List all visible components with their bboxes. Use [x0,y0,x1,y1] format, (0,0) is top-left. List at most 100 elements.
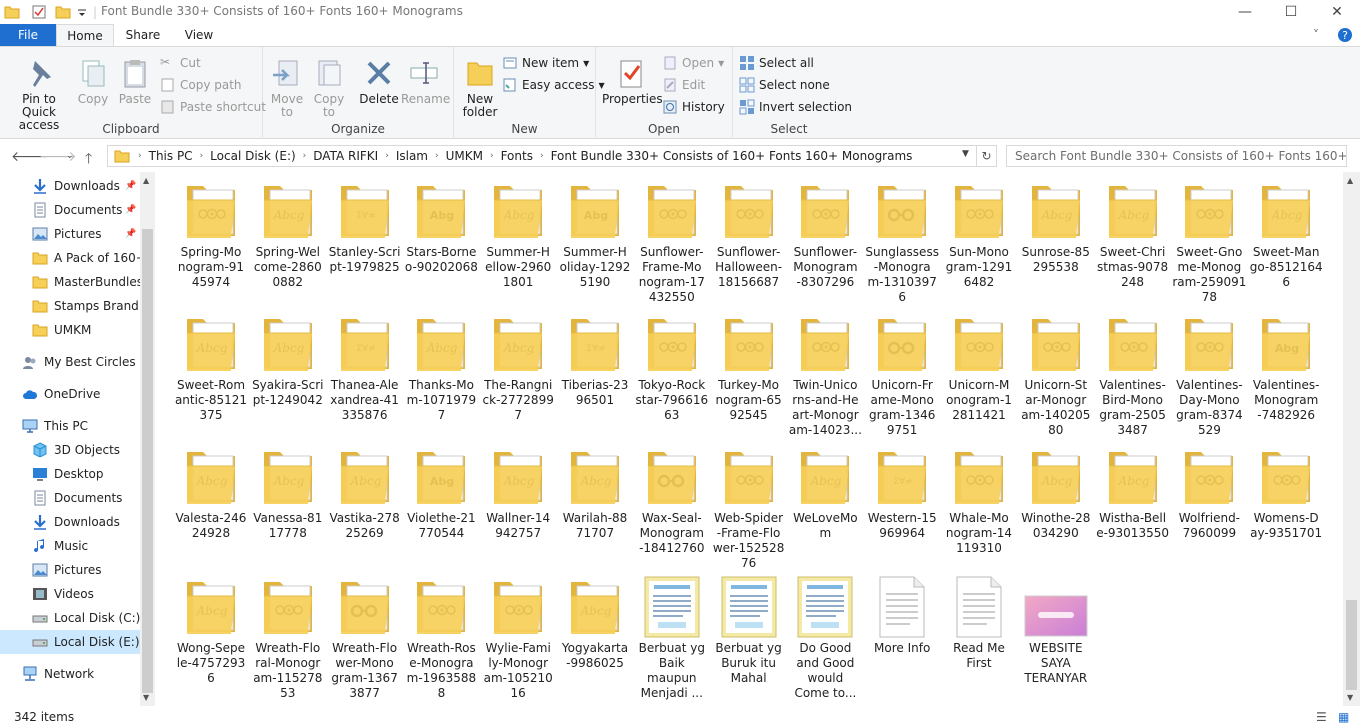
breadcrumb-separator[interactable]: › [540,151,544,161]
tab-view[interactable]: View [176,24,222,46]
select-none-button[interactable]: Select none [739,77,830,93]
tab-share[interactable]: Share [120,24,166,46]
copy-path-button[interactable]: Copy path [160,77,242,93]
sidebar-item[interactable]: This PC [0,414,140,438]
folder-item[interactable]: Sweet-Gno me-Monog ram-259091 78 [1171,180,1247,305]
search-input[interactable]: Search Font Bundle 330+ Consists of 160+… [1006,145,1347,167]
folder-item[interactable]: Abcg Wallner-14942757 [480,446,556,541]
breadcrumb-item[interactable]: Font Bundle 330+ Consists of 160+ Fonts … [551,149,913,163]
maximize-button[interactable]: ☐ [1268,0,1314,24]
new-item-button[interactable]: New item ▼ [502,55,589,71]
sidebar-item[interactable]: Stamps Brand [0,294,140,318]
content-scrollbar[interactable]: ▲ ▼ [1343,172,1360,706]
folder-item[interactable]: Sun-Mono gram-1291 6482 [941,180,1017,290]
folder-item[interactable]: Abcg Wistha-Belle-93013550 [1095,446,1171,541]
sidebar-item[interactable]: Downloads [0,510,140,534]
folder-item[interactable]: Σ∀≠ Thanea-Alexandrea-41335876 [327,313,403,423]
copy-button[interactable]: Copy [76,57,110,106]
folder-item[interactable]: Sunglassess -Monogra m-1310397 6 [864,180,940,305]
customize-qa-icon[interactable] [77,3,87,21]
minimize-ribbon-icon[interactable]: ˅ [1308,24,1324,46]
folder-item[interactable]: Abcg Valesta-24624928 [173,446,249,541]
scroll-up-icon[interactable]: ▲ [1347,176,1353,185]
folder-item[interactable]: Σ∀≠ Tiberias-2396501 [557,313,633,408]
help-icon[interactable]: ? [1336,24,1354,46]
history-button[interactable]: History [662,99,725,115]
address-bar[interactable]: › This PC › Local Disk (E:) › DATA RIFKI › Isl… [107,145,977,167]
folder-item[interactable]: Unicorn-M onogram-1 2811421 [941,313,1017,423]
edit-button[interactable]: Edit [662,77,705,93]
minimize-button[interactable]: — [1222,0,1268,24]
scroll-down-icon[interactable]: ▼ [1347,693,1353,702]
file-item[interactable]: Do Good and Good would Come to... [787,576,863,701]
sidebar-item[interactable]: Pictures 📌 [0,222,140,246]
sidebar-item[interactable]: Desktop [0,462,140,486]
breadcrumb-item[interactable]: This PC [149,149,193,163]
sidebar-item[interactable]: Network [0,662,140,686]
file-item[interactable]: Read Me First [941,576,1017,671]
file-item[interactable]: Berbuat yg Buruk itu Mahal [711,576,787,686]
breadcrumb-separator[interactable]: › [385,151,389,161]
sidebar-item[interactable]: MasterBundles [0,270,143,294]
folder-item[interactable]: Abcg Winothe-28034290 [1018,446,1094,541]
sidebar-item[interactable]: Local Disk (C:) [0,606,140,630]
open-button[interactable]: Open ▼ [662,55,724,71]
move-to-button[interactable]: Move to [269,57,305,119]
copy-to-button[interactable]: Copy to [311,57,347,119]
file-item[interactable]: More Info [864,576,940,656]
breadcrumb-item[interactable]: Fonts [501,149,533,163]
breadcrumb-item[interactable]: Islam [396,149,428,163]
breadcrumb-item[interactable]: UMKM [446,149,483,163]
folder-item[interactable]: Twin-Unico rns-and-He art-Monogr am-14023..… [787,313,863,438]
folder-item[interactable]: Abcg Sunrose-85295538 [1018,180,1094,275]
folder-item[interactable]: Abcg Syakira-Script-1249042 [250,313,326,408]
tab-file[interactable]: File [0,24,56,46]
paste-shortcut-button[interactable]: Paste shortcut [160,99,266,115]
folder-item[interactable]: Sunflower- Monogram -8307296 [787,180,863,290]
folder-item[interactable]: Valentines- Bird-Mono gram-2505 3487 [1095,313,1171,438]
sidebar-item[interactable]: UMKM [0,318,140,342]
delete-button[interactable]: Delete [359,57,399,106]
close-button[interactable]: ✕ [1314,0,1360,24]
large-icons-view-icon[interactable]: ▦ [1338,706,1349,728]
sidebar-item[interactable]: OneDrive [0,382,140,406]
folder-item[interactable]: Σ∀≠ Western-15969964 [864,446,940,541]
sidebar-item[interactable]: My Best Circles Dr [0,350,154,374]
properties-button[interactable]: Properties [602,57,663,106]
folder-item[interactable]: Abcg WeLoveMom [787,446,863,541]
folder-item[interactable]: Wolfriend- 7960099 [1171,446,1247,541]
file-item[interactable]: Berbuat yg Baik maupun Menjadi ... [634,576,710,701]
breadcrumb-item[interactable]: Local Disk (E:) [210,149,296,163]
cut-button[interactable]: ✂ Cut [160,55,201,71]
scroll-down-icon[interactable]: ▼ [143,693,149,702]
folder-item[interactable]: Abcg Vastika-27825269 [327,446,403,541]
folder-item[interactable]: Unicorn-St ar-Monogr am-140205 80 [1018,313,1094,438]
folder-item[interactable]: Abg Summer-Holiday-12925190 [557,180,633,290]
tab-home[interactable]: Home [56,24,114,46]
folder-item[interactable]: Sunflower- Frame-Mo nogram-17 432550 [634,180,710,305]
rename-button[interactable]: Rename [401,57,450,106]
folder-item[interactable]: Unicorn-Fr ame-Mono gram-1346 9751 [864,313,940,438]
folder-item[interactable]: Turkey-Mo nogram-65 92545 [711,313,787,423]
folder-item[interactable]: Wreath-Flo wer-Mono gram-1367 3877 [327,576,403,701]
folder-item[interactable]: Σ∀≠ Stanley-Script-1979825 [327,180,403,275]
folder-item[interactable]: Abg Valentines-Monogram-7482926 [1248,313,1324,423]
sidebar-item[interactable]: Documents [0,486,140,510]
sidebar-item[interactable]: Local Disk (E:) [0,630,140,654]
sidebar-item[interactable]: Pictures [0,558,140,582]
breadcrumb-separator[interactable]: › [435,151,439,161]
folder-item[interactable]: Abcg Warilah-8871707 [557,446,633,541]
address-dropdown-icon[interactable]: ▼ [962,149,969,159]
folder-item[interactable]: Whale-Mo nogram-14 119310 [941,446,1017,556]
folder-item[interactable]: Womens-D ay-9351701 [1248,446,1324,541]
folder-item[interactable]: Abcg Vanessa-8117778 [250,446,326,541]
folder-item[interactable]: Abcg Wong-Sepele-47572936 [173,576,249,686]
nav-scroll-thumb[interactable] [142,229,153,693]
paste-button[interactable]: Paste [116,57,154,106]
easy-access-button[interactable]: Easy access ▼ [502,77,605,93]
folder-item[interactable]: Valentines- Day-Mono gram-8374 529 [1171,313,1247,438]
recent-locations-icon[interactable]: ⌄ [66,151,74,161]
properties-qa-icon[interactable] [31,3,47,21]
folder-item[interactable]: Abcg Sweet-Romantic-85121375 [173,313,249,423]
sidebar-item[interactable]: 3D Objects [0,438,140,462]
